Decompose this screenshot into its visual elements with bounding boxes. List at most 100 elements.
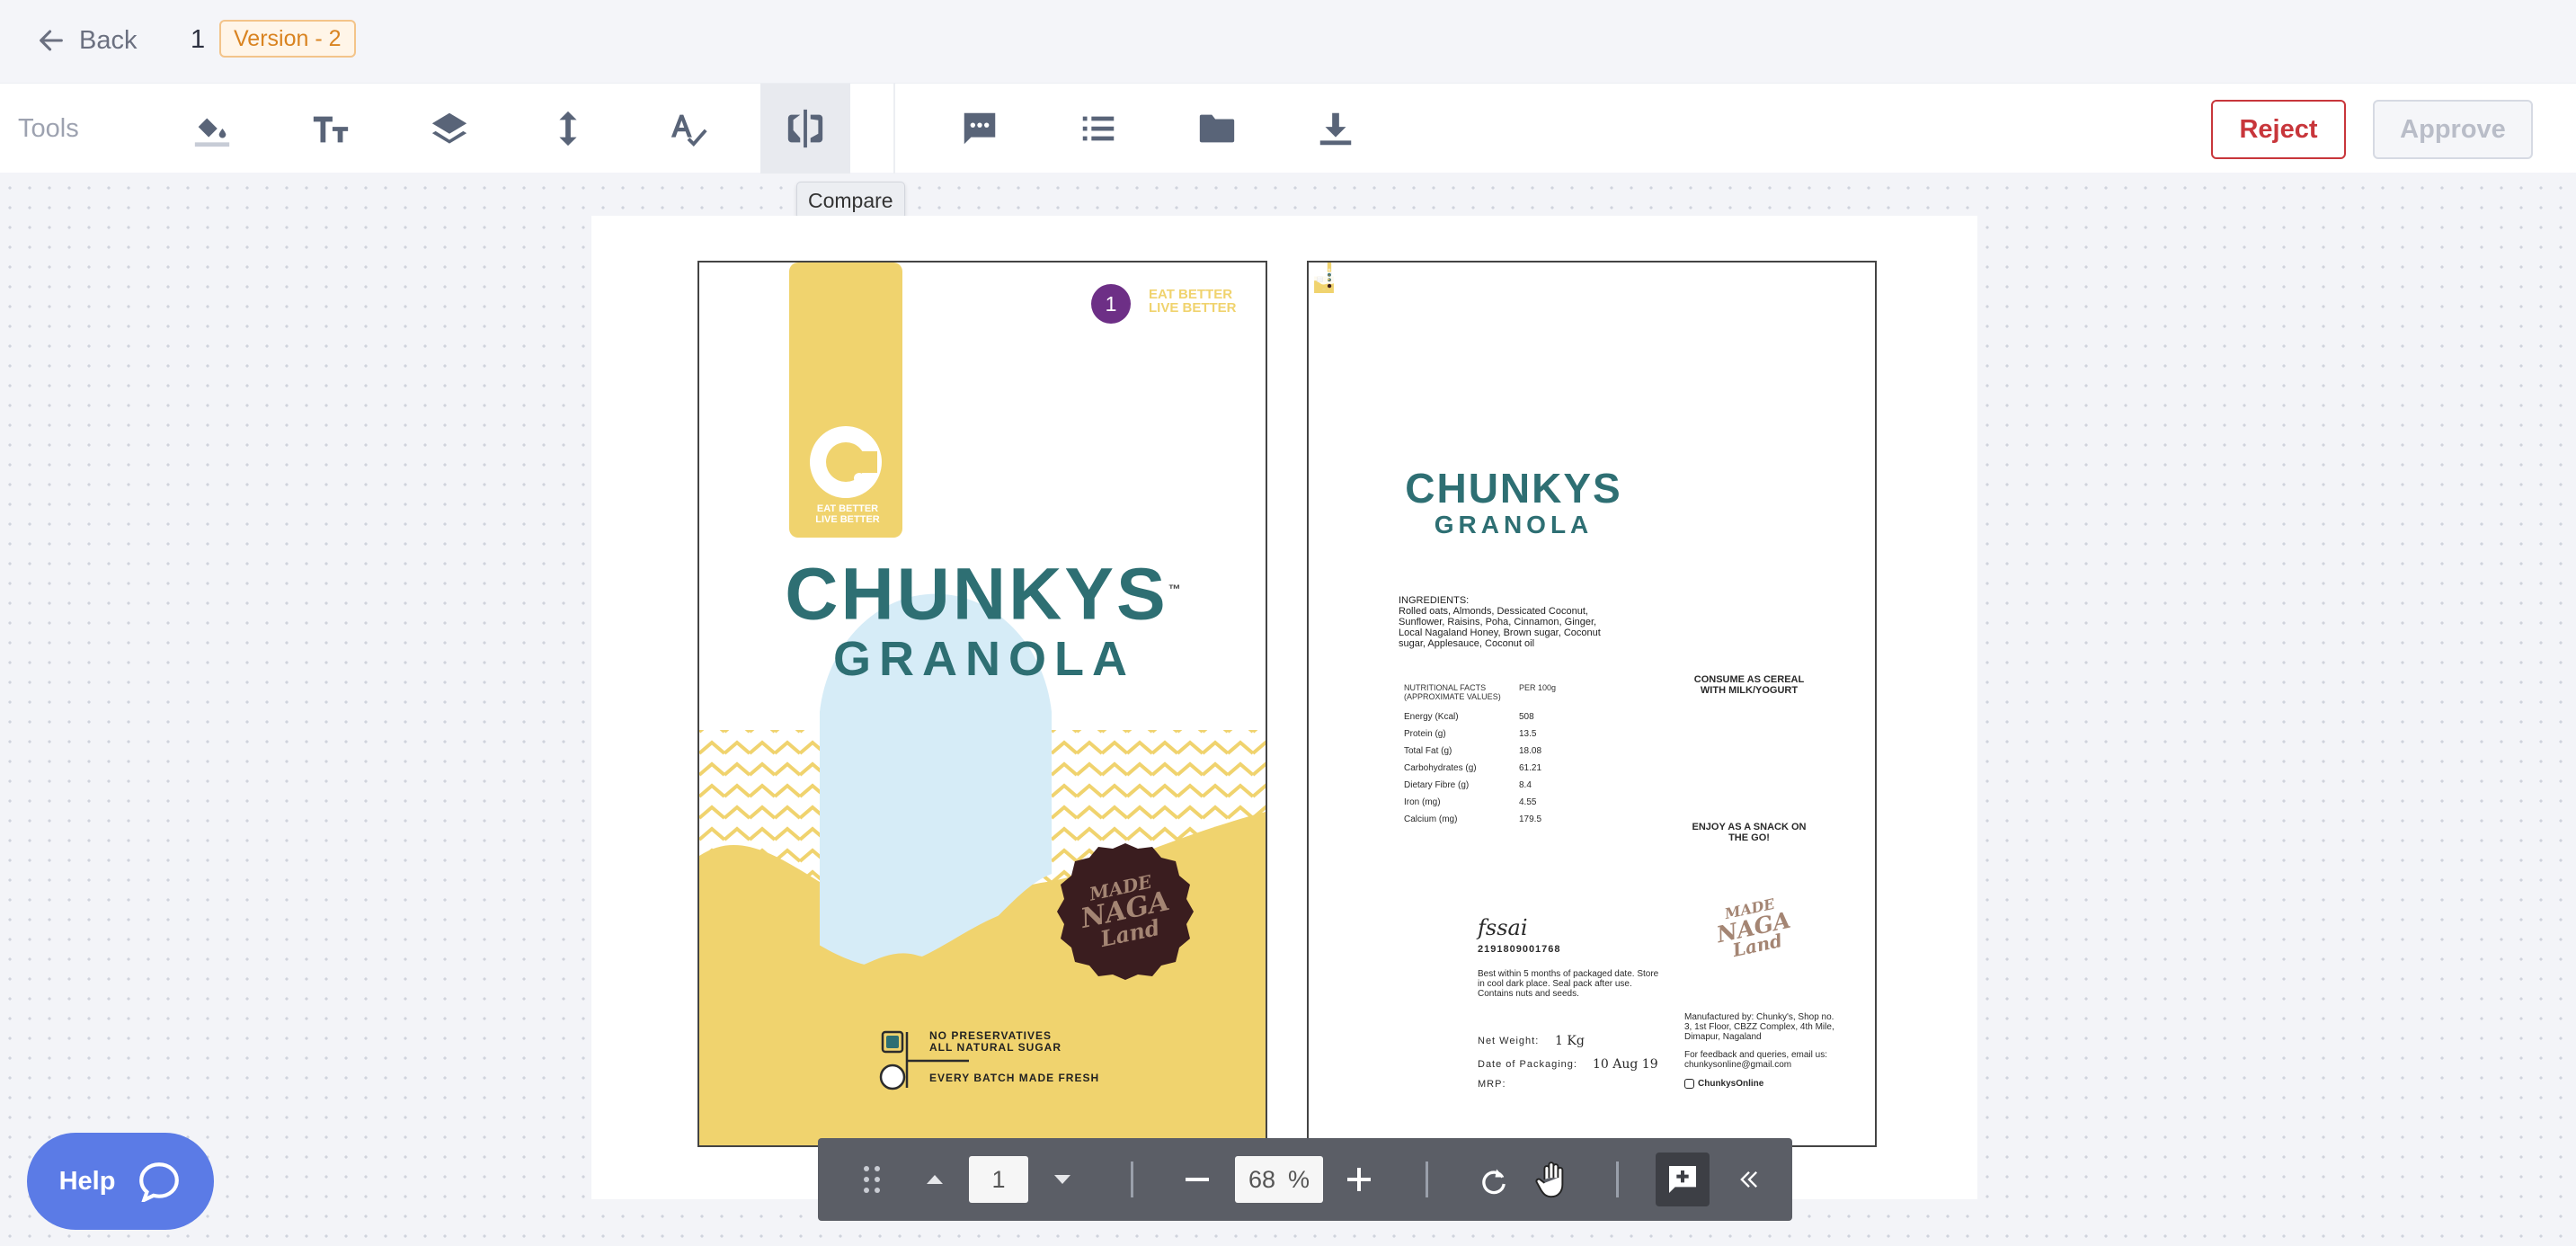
rotate-button[interactable] — [1474, 1161, 1514, 1201]
arrow-left-icon — [40, 30, 63, 51]
chat-bubble-icon — [139, 1162, 180, 1202]
hand-icon — [1535, 1161, 1564, 1198]
nutrition-row-value: 18.08 — [1519, 746, 1542, 756]
pack-date-label: Date of Packaging: — [1478, 1059, 1577, 1070]
annotation-marker[interactable]: 1 — [1091, 284, 1131, 324]
back-button[interactable]: Back — [36, 20, 137, 61]
nutrition-header-1: NUTRITIONAL FACTS (APPROXIMATE VALUES) — [1404, 683, 1501, 701]
previous-page-button[interactable] — [919, 1163, 951, 1196]
download-button[interactable] — [1291, 84, 1381, 174]
front-trademark: ™ — [1168, 582, 1184, 596]
back-label: Back — [79, 25, 138, 55]
folder-button[interactable] — [1172, 84, 1262, 174]
download-icon — [1319, 112, 1352, 146]
nutrition-row-value: 508 — [1519, 712, 1534, 722]
page-number-input[interactable]: 1 — [969, 1156, 1028, 1203]
tools-label: Tools — [18, 114, 79, 143]
version-number: 1 — [191, 25, 206, 54]
front-tagline-2: LIVE BETTER — [1149, 300, 1237, 316]
minus-icon — [1186, 1178, 1209, 1181]
zoom-out-button[interactable] — [1179, 1161, 1215, 1197]
back-product: GRANOLA — [1434, 511, 1594, 538]
nutrition-row-label: Calcium (mg) — [1404, 814, 1458, 824]
back-panel[interactable]: EAT BETTER LIVE BETTER CHUNKYS GRANOLA I… — [1307, 261, 1877, 1147]
ingredients-text: Rolled oats, Almonds, Dessicated Coconut… — [1399, 606, 1601, 649]
net-weight-value: 1 Kg — [1555, 1034, 1585, 1048]
tools-bar: Tools Reject Approve — [0, 83, 2576, 174]
nutrition-row-label: Protein (g) — [1404, 729, 1446, 739]
zoom-in-button[interactable] — [1341, 1161, 1377, 1197]
text-size-icon — [313, 116, 349, 143]
fssai-number: 2191809001768 — [1478, 944, 1561, 955]
drag-handle[interactable] — [856, 1161, 888, 1197]
serve-suggestion-2: ENJOY AS A SNACK ON THE GO! — [1692, 822, 1807, 843]
storage-instructions: Best within 5 months of packaged date. S… — [1478, 969, 1659, 999]
compare-icon — [787, 109, 823, 148]
folder-icon — [1199, 114, 1235, 143]
net-weight-label: Net Weight: — [1478, 1036, 1540, 1046]
next-page-button[interactable] — [1046, 1163, 1079, 1196]
reject-button[interactable]: Reject — [2211, 100, 2346, 159]
fill-tool-button[interactable] — [167, 84, 257, 174]
nutrition-row-value: 179.5 — [1519, 814, 1542, 824]
nutrition-row-label: Dietary Fibre (g) — [1404, 780, 1470, 790]
comment-button[interactable] — [935, 84, 1025, 174]
add-comment-button[interactable] — [1656, 1153, 1710, 1206]
layers-tool-button[interactable] — [404, 84, 494, 174]
mrp-label: MRP: — [1478, 1079, 1506, 1090]
help-label: Help — [58, 1166, 116, 1196]
drag-handle-icon — [864, 1166, 880, 1193]
artwork-canvas[interactable]: EAT BETTER LIVE BETTER EAT BETTER LIVE B… — [591, 216, 1977, 1199]
vertical-resize-tool-button[interactable] — [523, 84, 613, 174]
caret-up-icon — [927, 1175, 943, 1184]
fill-icon — [194, 112, 230, 147]
top-header: Back 1 Version - 2 — [0, 0, 2576, 83]
front-artwork — [699, 263, 1266, 1145]
back-brand: CHUNKYS — [1405, 465, 1622, 512]
collapse-toolbar-button[interactable] — [1731, 1163, 1767, 1196]
nutrition-row-value: 8.4 — [1519, 780, 1532, 790]
front-product: GRANOLA — [833, 632, 1135, 686]
plus-icon — [1347, 1168, 1371, 1191]
zoom-value: 68 — [1248, 1165, 1276, 1193]
double-chevron-left-icon — [1740, 1171, 1757, 1188]
text-size-tool-button[interactable] — [286, 84, 376, 174]
viewer-toolbar: 1 68 % — [818, 1138, 1792, 1221]
nutrition-row-label: Energy (Kcal) — [1404, 712, 1459, 722]
front-panel[interactable]: EAT BETTER LIVE BETTER EAT BETTER LIVE B… — [697, 261, 1267, 1147]
front-brand: CHUNKYS — [785, 553, 1168, 636]
nutrition-row-label: Iron (mg) — [1404, 797, 1441, 807]
vertical-resize-icon — [559, 111, 577, 147]
back-logo-tagline-2: LIVE BETTER — [1718, 518, 1782, 529]
zoom-unit: % — [1288, 1165, 1310, 1193]
instagram-icon — [1684, 1079, 1694, 1089]
help-button[interactable]: Help — [27, 1133, 214, 1230]
comment-icon — [964, 112, 996, 145]
version-badge[interactable]: Version - 2 — [219, 20, 356, 58]
zoom-level-input[interactable]: 68 % — [1235, 1156, 1323, 1203]
feedback-info: For feedback and queries, email us: chun… — [1684, 1050, 1827, 1070]
ingredients-title: INGREDIENTS: — [1399, 595, 1470, 606]
pan-tool-button[interactable] — [1530, 1156, 1577, 1203]
serve-suggestion-1: CONSUME AS CEREAL WITH MILK/YOGURT — [1693, 674, 1805, 696]
nutrition-row-value: 4.55 — [1519, 797, 1537, 807]
layers-icon — [431, 112, 467, 144]
approve-button[interactable]: Approve — [2373, 100, 2533, 159]
viewer-divider — [1426, 1161, 1428, 1197]
instagram-handle: ChunkysOnline — [1698, 1079, 1764, 1089]
nutrition-row-value: 61.21 — [1519, 763, 1542, 773]
front-logo-tagline-1: EAT BETTER — [816, 503, 879, 514]
viewer-divider — [1616, 1161, 1619, 1197]
viewer-divider — [1131, 1161, 1133, 1197]
back-logo-tagline-1: EAT BETTER — [1719, 507, 1781, 518]
spell-check-tool-button[interactable] — [644, 84, 733, 174]
compare-tooltip: Compare — [796, 182, 905, 219]
front-tagline-1: EAT BETTER — [1149, 287, 1233, 302]
manufacturer-info: Manufactured by: Chunky's, Shop no. 3, 1… — [1684, 1012, 1834, 1042]
pack-date-value: 10 Aug 19 — [1593, 1057, 1658, 1072]
compare-tool-button[interactable] — [760, 84, 850, 174]
list-button[interactable] — [1053, 84, 1143, 174]
rotate-icon — [1482, 1169, 1506, 1195]
fssai-logo: fssai — [1478, 915, 1528, 940]
front-claim-3: EVERY BATCH MADE FRESH — [929, 1072, 1100, 1084]
